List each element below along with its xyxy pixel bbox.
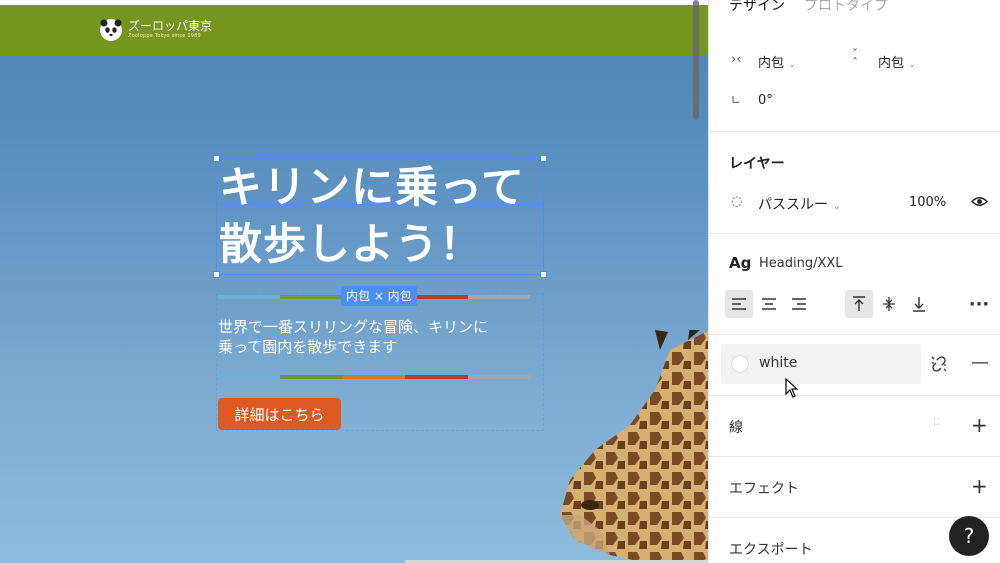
layer-title: レイヤー: [729, 156, 785, 172]
effect-section: エフェクト +: [709, 456, 1000, 517]
details-button[interactable]: 詳細はこちら: [218, 398, 341, 430]
add-effect-icon[interactable]: +: [971, 474, 988, 498]
site-header[interactable]: ズーロッパ東京 Zooloppa Tokyo since 1989: [0, 5, 708, 55]
align-center-button[interactable]: [755, 290, 783, 318]
hug-vertical-icon: ˇˆ: [852, 47, 858, 70]
size-badge: 内包 × 内包: [341, 286, 417, 306]
blend-mode-select[interactable]: パススルー ⌄: [758, 194, 841, 214]
fill-style-name: white: [759, 355, 798, 371]
export-title: エクスポート: [729, 542, 813, 558]
opacity-input[interactable]: 100%: [909, 195, 946, 210]
layer-section: レイヤー ◌ パススルー ⌄ 100%: [709, 131, 1000, 233]
site-logo-subtitle: Zooloppa Tokyo since 1989: [128, 33, 201, 39]
height-resizing-select[interactable]: 内包 ⌄: [878, 52, 917, 71]
stripe-segment: [405, 375, 468, 379]
stripe-segment: [467, 295, 531, 299]
resize-handle[interactable]: [213, 271, 220, 278]
stripe-segment: [280, 375, 343, 379]
giraffe-image: [560, 330, 708, 563]
text-section: Ag Heading/XXL ···: [709, 233, 1000, 334]
width-resizing-select[interactable]: 内包 ⌄: [758, 52, 797, 71]
fill-style-row[interactable]: white: [721, 344, 921, 384]
stroke-title: 線: [729, 420, 743, 436]
detach-style-icon[interactable]: [930, 355, 948, 373]
add-stroke-icon[interactable]: +: [971, 413, 988, 437]
mouse-cursor-icon: [785, 378, 799, 398]
align-bottom-button[interactable]: [905, 290, 933, 318]
design-canvas[interactable]: ズーロッパ東京 Zooloppa Tokyo since 1989 キリンに乗っ…: [0, 0, 708, 563]
align-left-button[interactable]: [725, 290, 753, 318]
rotation-input[interactable]: 0°: [758, 93, 773, 108]
text-style-ag-icon: Ag: [729, 254, 752, 272]
text-style-name[interactable]: Heading/XXL: [759, 256, 843, 271]
width-resizing-value: 内包: [758, 56, 785, 71]
align-center-icon: [762, 298, 776, 310]
resize-handle[interactable]: [540, 271, 547, 278]
chevron-down-icon: ⌄: [788, 59, 797, 70]
align-left-icon: [732, 298, 746, 310]
effect-title: エフェクト: [729, 481, 799, 497]
stripe-segment: [280, 295, 343, 299]
properties-panel: デザイン プロトタイプ ›‹ 内包 ⌄ ˇˆ 内包 ⌄ ∟ 0° レイヤー ◌ …: [708, 0, 1000, 563]
style-grid-icon[interactable]: ⁚⁚: [933, 417, 939, 428]
hug-horizontal-icon: ›‹: [731, 52, 742, 67]
site-logo-title: ズーロッパ東京: [128, 19, 213, 33]
stripe-segment: [467, 375, 531, 379]
align-right-icon: [792, 298, 806, 310]
more-options-icon[interactable]: ···: [965, 290, 993, 318]
help-button[interactable]: ?: [949, 516, 989, 556]
canvas-scrollbar[interactable]: [693, 0, 699, 120]
resize-handle[interactable]: [540, 155, 547, 162]
tab-prototype[interactable]: プロトタイプ: [804, 0, 888, 15]
stripe-segment: [342, 375, 406, 379]
chevron-down-icon: ⌄: [832, 201, 841, 212]
align-right-button[interactable]: [785, 290, 813, 318]
stroke-section: 線 ⁚⁚ +: [709, 395, 1000, 456]
align-bottom-icon: [913, 297, 925, 312]
align-middle-button[interactable]: [875, 290, 903, 318]
blend-mode-value: パススルー: [758, 197, 828, 213]
hero-body-text[interactable]: 世界で一番スリリングな冒険、キリンに 乗って園内を散歩できます: [218, 317, 538, 357]
remove-fill-icon[interactable]: —: [971, 352, 989, 373]
rotation-icon: ∟: [731, 93, 742, 107]
align-top-icon: [853, 296, 865, 311]
stripe-segment: [218, 375, 281, 379]
color-stripe-bottom: [218, 375, 531, 379]
align-middle-icon: [883, 297, 895, 311]
align-top-button[interactable]: [845, 290, 873, 318]
selection-box[interactable]: [213, 155, 547, 278]
height-resizing-value: 内包: [878, 56, 905, 71]
stripe-segment: [218, 295, 281, 299]
panda-logo-icon: [100, 19, 122, 41]
blend-drop-icon: ◌: [731, 194, 743, 209]
eye-icon[interactable]: [971, 196, 988, 207]
chevron-down-icon: ⌄: [908, 59, 917, 70]
fill-color-swatch[interactable]: [731, 355, 749, 373]
resize-handle[interactable]: [213, 155, 220, 162]
tab-design[interactable]: デザイン: [729, 0, 785, 15]
